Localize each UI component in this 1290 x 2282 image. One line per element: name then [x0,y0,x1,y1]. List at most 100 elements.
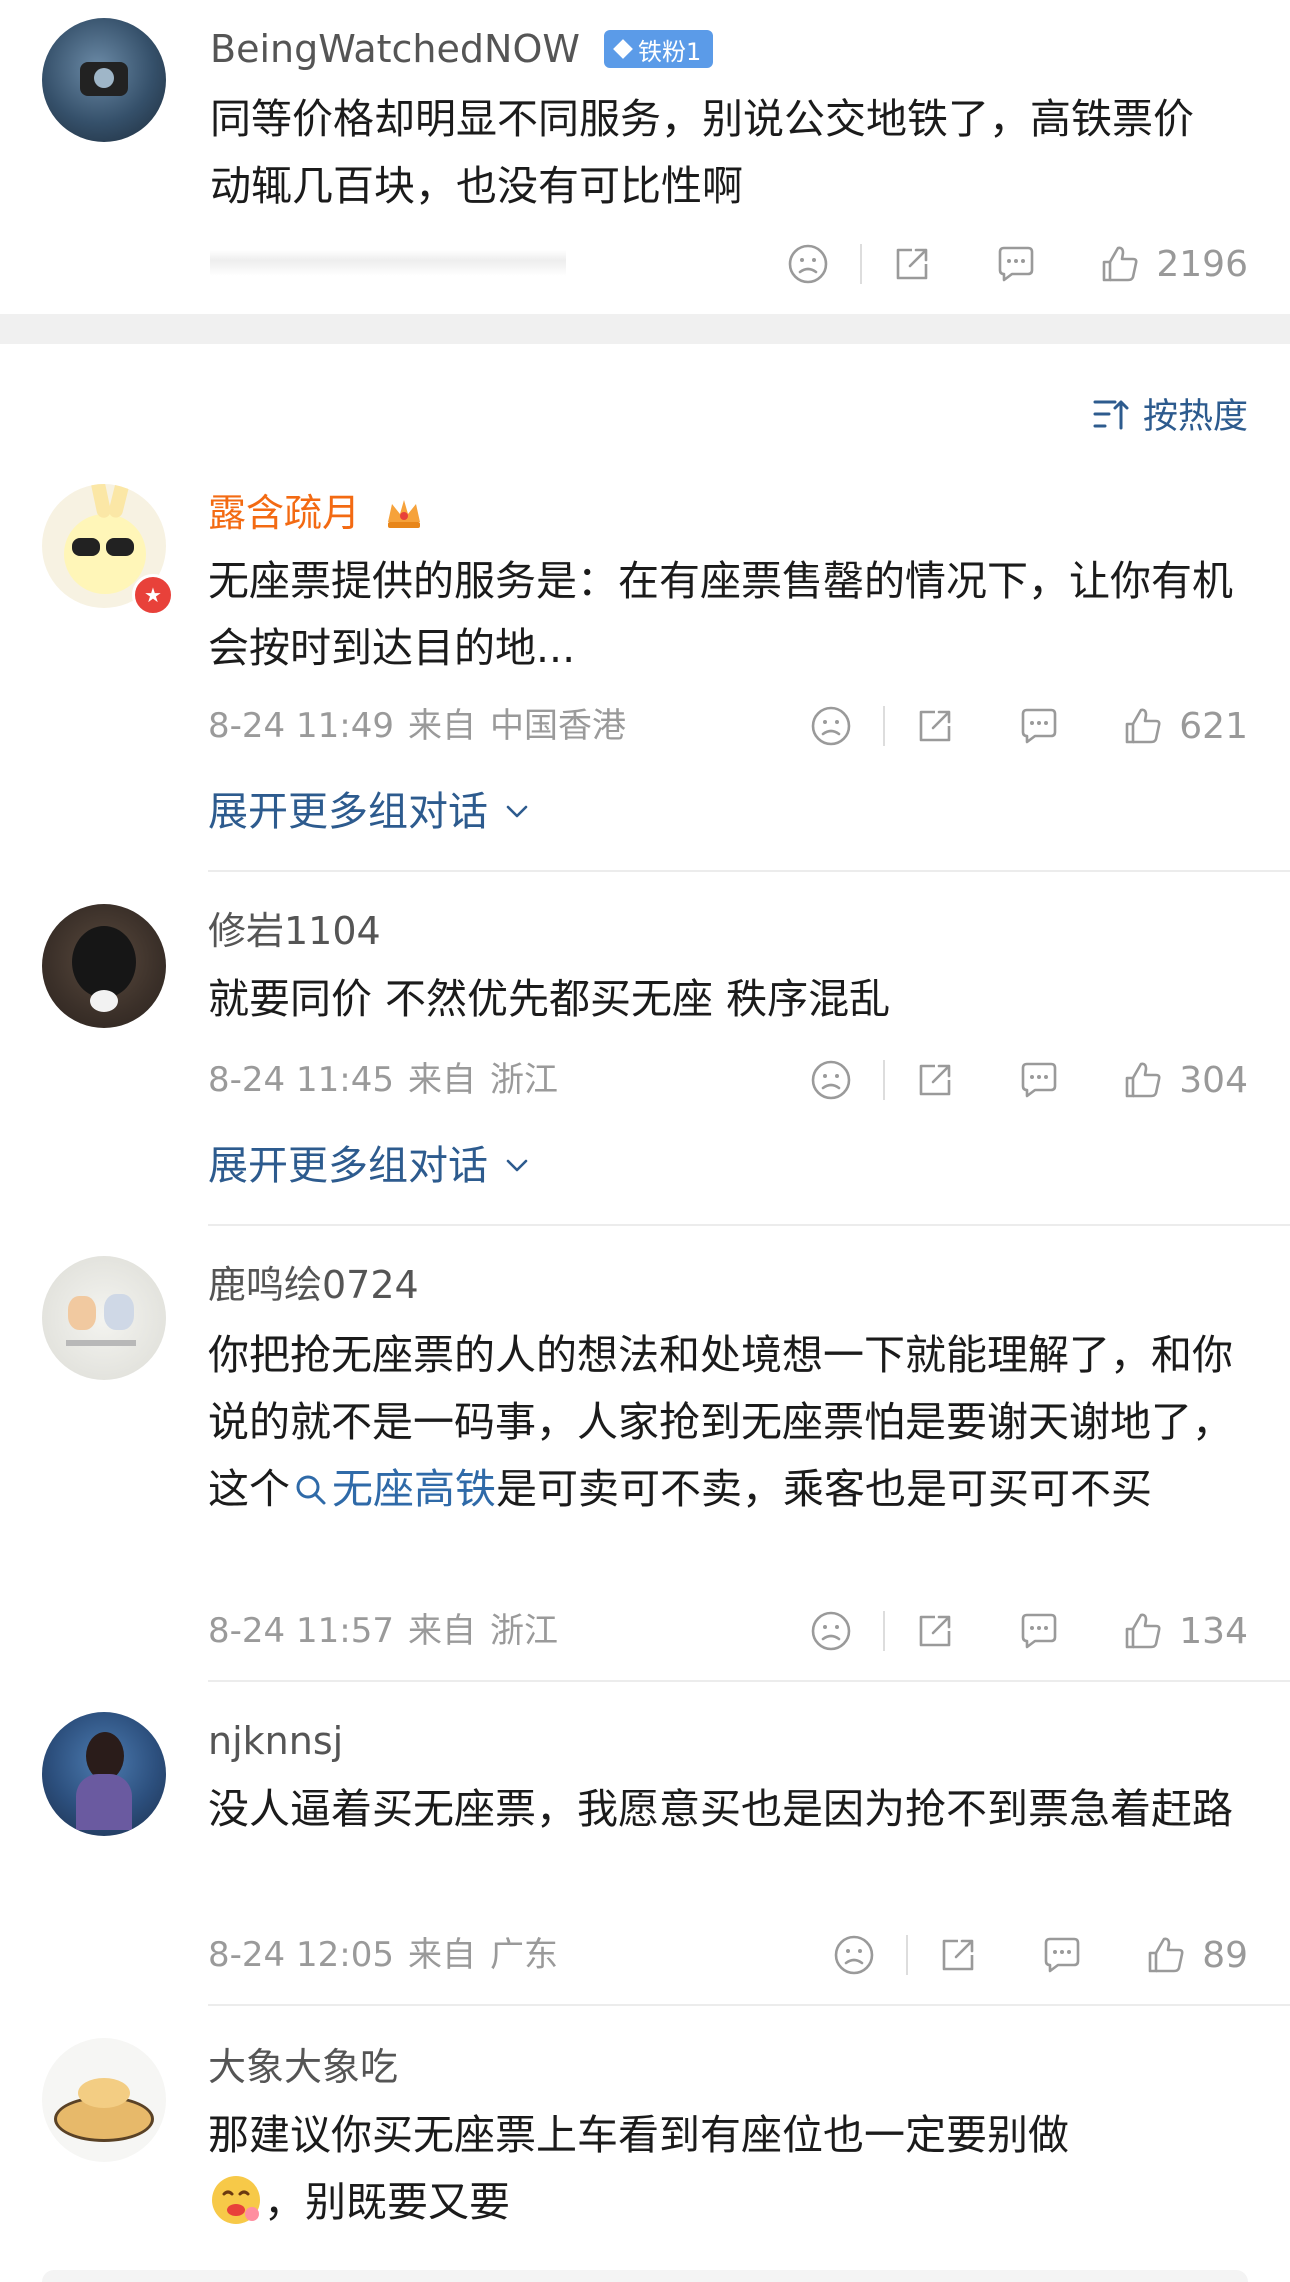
separator [860,244,863,284]
comment-meta: 8-24 11:57 来自 浙江 [208,1614,572,1648]
dislike-button[interactable] [809,704,853,748]
comment-meta: 8-24 12:05 来自 广东 [208,1938,572,1972]
chevron-down-icon [500,1149,534,1183]
like-button[interactable]: 304 [1121,1058,1248,1102]
separator [883,706,886,746]
like-button[interactable]: 2196 [1098,242,1248,286]
separator [883,1611,886,1651]
timestamp: 8-24 12:05 [208,1935,394,1975]
share-button[interactable] [913,1058,957,1102]
avatar[interactable] [42,2038,166,2162]
username[interactable]: BeingWatchedNOW [210,30,580,68]
thumbs-up-icon [1121,1609,1165,1653]
comment-icon [994,242,1038,286]
comment-actions: 134 [809,1601,1248,1661]
comment-actions: 621 [809,696,1248,756]
verified-badge: ★ [132,574,174,616]
like-count: 134 [1179,1610,1248,1652]
sort-icon [1093,400,1129,429]
separator [883,1060,886,1100]
location: 广东 [489,1935,558,1975]
expand-replies-link[interactable]: 展开更多组对话 [208,1146,534,1186]
section-divider [0,314,1290,344]
dislike-button[interactable] [786,242,830,286]
location: 中国香港 [489,706,626,746]
share-button[interactable] [890,242,934,286]
avatar[interactable] [42,1712,166,1836]
comment-button[interactable] [994,242,1038,286]
username[interactable]: njknnsj [208,1722,343,1760]
avatar[interactable] [42,1256,166,1380]
sad-face-icon [809,1058,853,1102]
thumbs-up-icon [1121,1058,1165,1102]
sad-face-icon [786,242,830,286]
share-icon [913,704,957,748]
location: 浙江 [489,1611,558,1651]
share-icon [890,242,934,286]
divider [208,870,1290,872]
post-text: 同等价格却明显不同服务，别说公交地铁了，高铁票价动辄几百块，也没有可比性啊 [210,95,1194,210]
dislike-button[interactable] [809,1609,853,1653]
share-icon [936,1933,980,1977]
thumbs-up-icon [1144,1933,1188,1977]
divider [208,1224,1290,1226]
translation-placeholder [210,250,566,276]
timestamp: 8-24 11:57 [208,1611,394,1651]
source-label: 来自 [407,1060,476,1100]
separator [906,1935,909,1975]
like-count: 304 [1179,1059,1248,1101]
share-button[interactable] [936,1933,980,1977]
comment-button[interactable] [1017,1058,1061,1102]
comment-actions: 89 [832,1925,1248,1985]
diamond-icon [613,39,633,59]
crown-icon [384,492,424,532]
comment-meta: 8-24 11:49 来自 中国香港 [208,709,640,743]
expand-replies-link[interactable]: 展开更多组对话 [208,792,534,832]
username[interactable]: 大象大象吃 [208,2048,398,2086]
share-icon [913,1609,957,1653]
avatar[interactable] [42,904,166,1028]
comment-icon [1017,1058,1061,1102]
like-count: 621 [1179,705,1248,747]
comment-button[interactable] [1017,704,1061,748]
location: 浙江 [489,1060,558,1100]
comment-button[interactable] [1040,1933,1084,1977]
dislike-button[interactable] [832,1933,876,1977]
username[interactable]: 修岩1104 [208,912,381,950]
source-label: 来自 [407,1611,476,1651]
username[interactable]: 露含疏月 [208,494,360,532]
timestamp: 8-24 11:45 [208,1060,394,1100]
sad-face-icon [832,1933,876,1977]
comment-icon [1040,1933,1084,1977]
share-button[interactable] [913,1609,957,1653]
comment-text: 无座票提供的服务是：在有座票售罄的情况下，让你有机会按时到达目的地... [208,557,1233,672]
comment-text: 你把抢无座票的人的想法和处境想一下就能理解了，和你说的就不是一码事，人家抢到无座… [208,1331,1233,1513]
like-count: 2196 [1156,243,1248,285]
search-icon [296,1475,326,1505]
sad-face-icon [809,704,853,748]
comment-button[interactable] [1017,1609,1061,1653]
dislike-button[interactable] [809,1058,853,1102]
like-button[interactable]: 621 [1121,704,1248,748]
comment-icon [1017,704,1061,748]
sort-toggle[interactable]: 按热度 [1091,388,1248,439]
thumbs-up-icon [1098,242,1142,286]
avatar[interactable] [42,18,166,142]
source-label: 来自 [407,706,476,746]
username[interactable]: 鹿鸣绘0724 [208,1266,419,1304]
like-button[interactable]: 89 [1144,1933,1248,1977]
comment-icon [1017,1609,1061,1653]
divider [208,2004,1290,2006]
like-button[interactable]: 134 [1121,1609,1248,1653]
chevron-down-icon [500,795,534,829]
post-actions: 2196 [786,234,1248,294]
share-button[interactable] [913,704,957,748]
like-count: 89 [1202,1934,1248,1976]
fan-badge: 铁粉1 [604,30,714,68]
comment-text: 就要同价 不然优先都买无座 秩序混乱 [208,975,891,1023]
share-icon [913,1058,957,1102]
source-label: 来自 [407,1935,476,1975]
divider [208,1680,1290,1682]
thumbs-up-icon [1121,704,1165,748]
topic-link[interactable]: 无座高铁 [290,1465,496,1513]
